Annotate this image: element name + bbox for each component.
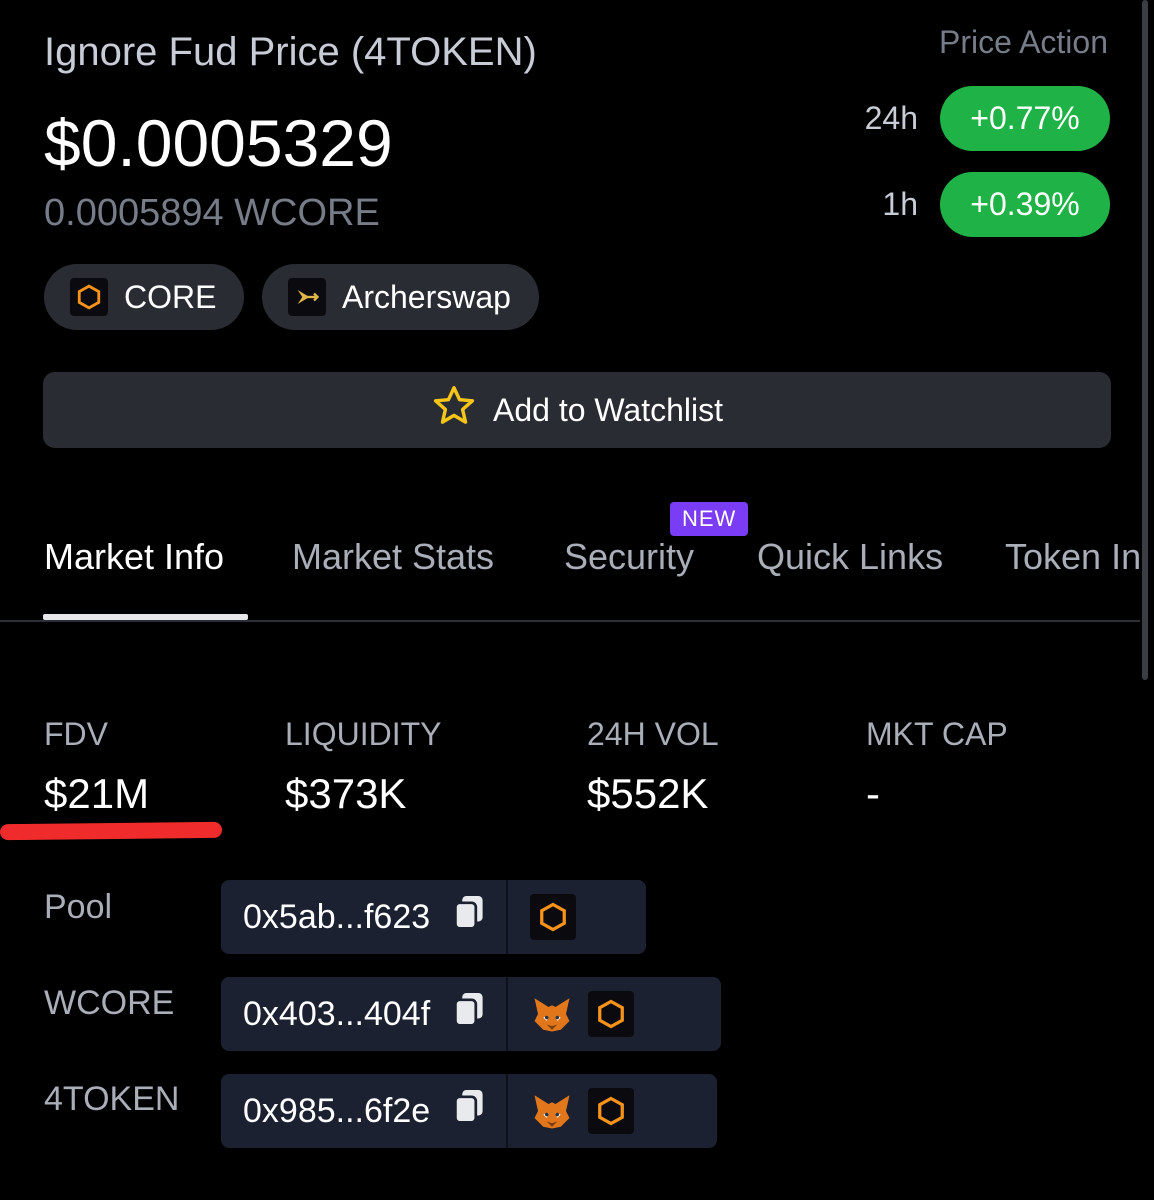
dex-chip-archerswap[interactable]: Archerswap xyxy=(262,264,539,330)
change-pill: +0.39% xyxy=(940,172,1110,237)
address-text: 0x5ab...f623 xyxy=(243,897,431,936)
copy-address-button[interactable]: 0x985...6f2e xyxy=(221,1074,506,1148)
address-row-4token: 0x985...6f2e xyxy=(221,1074,717,1148)
core-hexagon-icon[interactable] xyxy=(588,991,635,1037)
stat-value-mkt-cap: - xyxy=(866,770,880,817)
copy-address-button[interactable]: 0x5ab...f623 xyxy=(221,880,506,954)
address-text: 0x403...404f xyxy=(243,994,431,1033)
address-label-pool: Pool xyxy=(44,888,113,926)
stat-value-liquidity: $373K xyxy=(285,770,407,817)
tab-quick-links[interactable]: Quick Links xyxy=(757,536,943,578)
chip-label: CORE xyxy=(124,278,217,315)
address-actions xyxy=(508,880,596,954)
tab-token-info[interactable]: Token In xyxy=(1005,536,1141,578)
tab-bar: Market Info Market Stats Security Quick … xyxy=(0,500,1154,622)
copy-icon xyxy=(452,894,486,941)
address-label-4token: 4TOKEN xyxy=(44,1080,180,1118)
price-change-1h: 1h +0.39% xyxy=(882,172,1110,237)
price-usd: $0.0005329 xyxy=(44,106,393,180)
tab-security[interactable]: Security xyxy=(564,536,694,578)
stat-label-24h-vol: 24H VOL xyxy=(587,716,719,752)
change-pill: +0.77% xyxy=(940,86,1110,151)
price-action-label: Price Action xyxy=(939,24,1108,60)
stat-label-fdv: FDV xyxy=(44,716,108,752)
chain-chip-core[interactable]: CORE xyxy=(44,264,245,330)
period-label: 1h xyxy=(882,186,918,222)
address-row-pool: 0x5ab...f623 xyxy=(221,880,646,954)
address-label-wcore: WCORE xyxy=(44,984,175,1022)
address-actions xyxy=(508,1074,654,1148)
tab-divider xyxy=(0,620,1140,622)
address-actions xyxy=(508,977,654,1051)
price-wcore: 0.0005894 WCORE xyxy=(44,192,380,234)
token-title: Ignore Fud Price (4TOKEN) xyxy=(44,30,537,74)
add-to-watchlist-button[interactable]: Add to Watchlist xyxy=(43,372,1111,448)
address-text: 0x985...6f2e xyxy=(243,1091,431,1130)
chip-label: Archerswap xyxy=(342,278,511,315)
stat-label-mkt-cap: MKT CAP xyxy=(866,716,1008,752)
copy-address-button[interactable]: 0x403...404f xyxy=(221,977,506,1051)
highlight-underline xyxy=(0,821,223,841)
metamask-fox-icon[interactable] xyxy=(530,992,574,1036)
stat-label-liquidity: LIQUIDITY xyxy=(285,716,442,752)
stat-value-fdv: $21M xyxy=(44,770,150,817)
price-change-24h: 24h +0.77% xyxy=(865,86,1110,151)
core-hexagon-icon[interactable] xyxy=(530,894,577,940)
stat-value-24h-vol: $552K xyxy=(587,770,709,817)
core-hexagon-icon xyxy=(70,278,108,316)
watchlist-label: Add to Watchlist xyxy=(492,391,723,428)
tab-market-info[interactable]: Market Info xyxy=(44,536,224,578)
copy-icon xyxy=(452,991,486,1038)
star-icon xyxy=(431,383,477,437)
address-row-wcore: 0x403...404f xyxy=(221,977,721,1051)
copy-icon xyxy=(452,1088,486,1135)
metamask-fox-icon[interactable] xyxy=(530,1089,574,1133)
tab-market-stats[interactable]: Market Stats xyxy=(292,536,494,578)
period-label: 24h xyxy=(864,100,918,136)
core-hexagon-icon[interactable] xyxy=(588,1088,635,1134)
archerswap-icon xyxy=(288,278,326,316)
